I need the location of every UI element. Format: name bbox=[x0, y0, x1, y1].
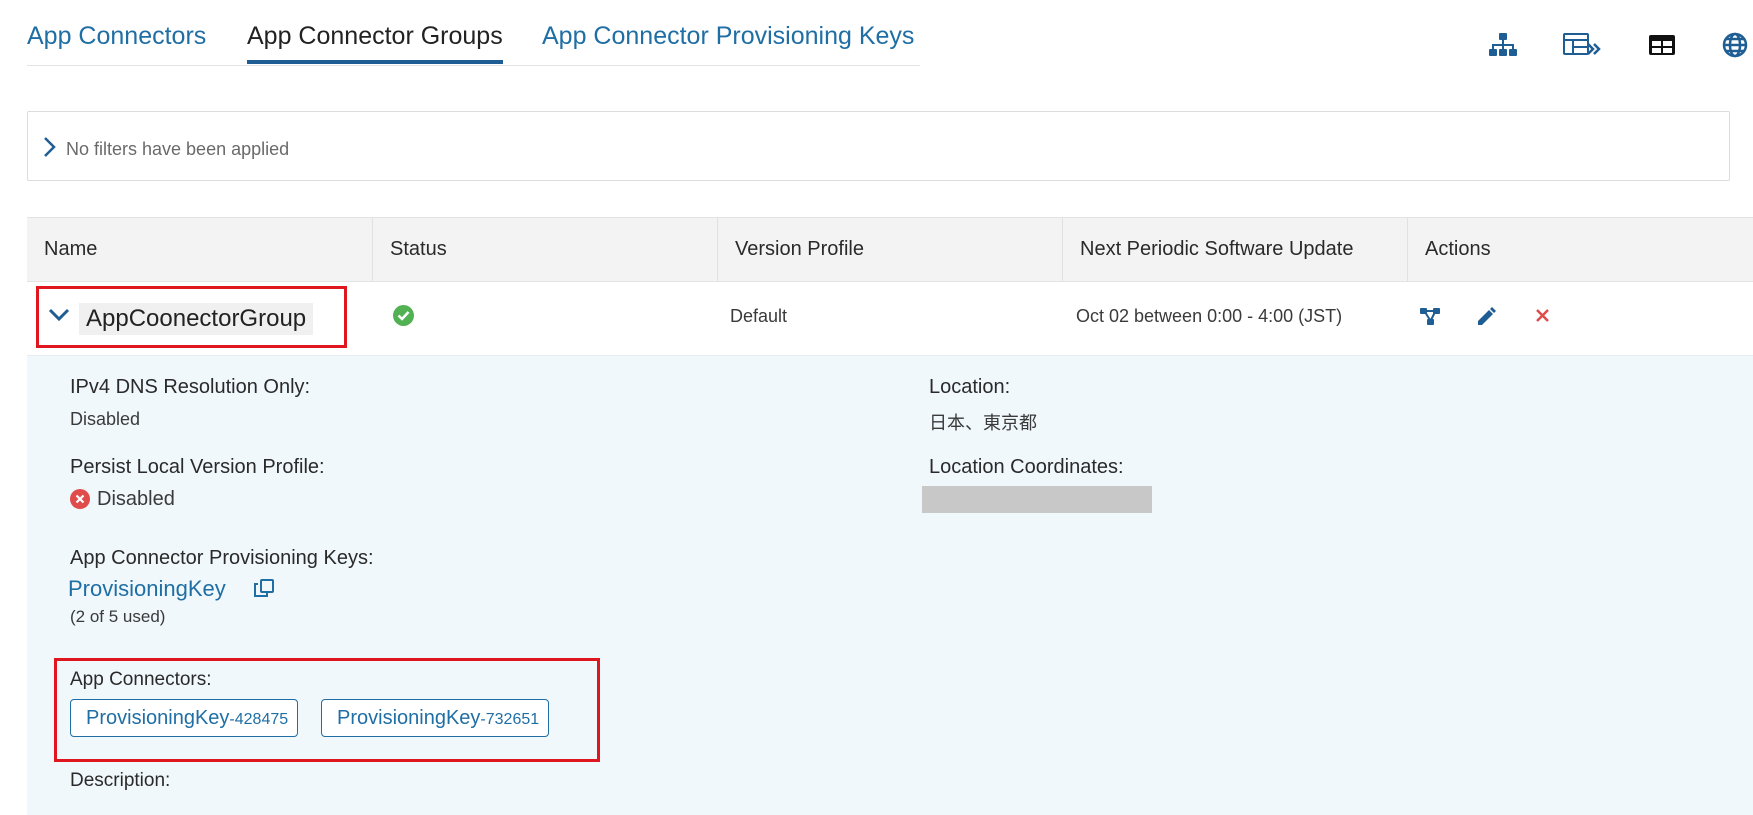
connector-topology-icon[interactable] bbox=[1418, 305, 1442, 327]
app-connector-name: ProvisioningKey bbox=[337, 707, 481, 729]
app-connector-suffix: -428475 bbox=[229, 711, 289, 728]
disabled-status-icon bbox=[70, 489, 90, 509]
globe-icon[interactable] bbox=[1717, 30, 1753, 60]
column-header-name[interactable]: Name bbox=[27, 218, 373, 281]
chevron-down-icon[interactable] bbox=[48, 307, 70, 323]
column-header-version-profile[interactable]: Version Profile bbox=[718, 218, 1063, 281]
column-header-actions: Actions bbox=[1425, 238, 1491, 260]
provisioning-keys-label: App Connector Provisioning Keys: bbox=[70, 547, 374, 569]
description-label: Description: bbox=[70, 770, 171, 791]
status-enabled-icon bbox=[393, 305, 414, 326]
app-connectors-label: App Connectors: bbox=[70, 669, 212, 690]
group-name[interactable]: AppCoonectorGroup bbox=[79, 303, 314, 335]
tab-app-connector-groups[interactable]: App Connector Groups bbox=[247, 22, 503, 64]
tab-app-connectors[interactable]: App Connectors bbox=[27, 22, 206, 51]
table-icon[interactable] bbox=[1645, 30, 1679, 60]
filter-status-text: No filters have been applied bbox=[66, 139, 290, 159]
provisioning-key-usage: (2 of 5 used) bbox=[70, 607, 166, 626]
edit-icon[interactable] bbox=[1474, 305, 1498, 327]
tab-app-connector-provisioning-keys[interactable]: App Connector Provisioning Keys bbox=[542, 22, 914, 51]
location-value: 日本、東京都 bbox=[929, 413, 1037, 433]
app-connector-chip[interactable]: ProvisioningKey-732651 bbox=[321, 699, 550, 737]
location-coordinates-label: Location Coordinates: bbox=[929, 456, 1124, 478]
next-update-value: Oct 02 between 0:00 - 4:00 (JST) bbox=[1076, 306, 1343, 326]
chevron-right-icon[interactable] bbox=[41, 136, 59, 158]
table-forward-icon[interactable] bbox=[1561, 30, 1605, 60]
persist-version-value: Disabled bbox=[97, 488, 175, 510]
tab-bar: App Connectors App Connector Groups App … bbox=[27, 0, 920, 66]
ipv4-dns-label: IPv4 DNS Resolution Only: bbox=[70, 376, 311, 398]
version-profile-value: Default bbox=[730, 306, 788, 326]
column-header-status[interactable]: Status bbox=[373, 218, 718, 281]
location-coordinates-redacted bbox=[922, 486, 1152, 513]
table-header: Name Status Version Profile Next Periodi… bbox=[27, 217, 1753, 282]
app-connector-chip[interactable]: ProvisioningKey-428475 bbox=[70, 699, 299, 737]
hierarchy-icon[interactable] bbox=[1486, 30, 1520, 60]
location-label: Location: bbox=[929, 376, 1011, 398]
column-header-next-update[interactable]: Next Periodic Software Update bbox=[1063, 218, 1408, 281]
app-connector-suffix: -732651 bbox=[480, 711, 540, 728]
filter-bar[interactable]: No filters have been applied bbox=[27, 111, 1730, 181]
persist-version-label: Persist Local Version Profile: bbox=[70, 456, 325, 478]
copy-icon[interactable] bbox=[252, 577, 276, 599]
ipv4-dns-value: Disabled bbox=[70, 409, 141, 429]
provisioning-key-link[interactable]: ProvisioningKey bbox=[68, 576, 226, 602]
app-connector-name: ProvisioningKey bbox=[86, 707, 230, 729]
delete-icon[interactable] bbox=[1531, 305, 1555, 327]
